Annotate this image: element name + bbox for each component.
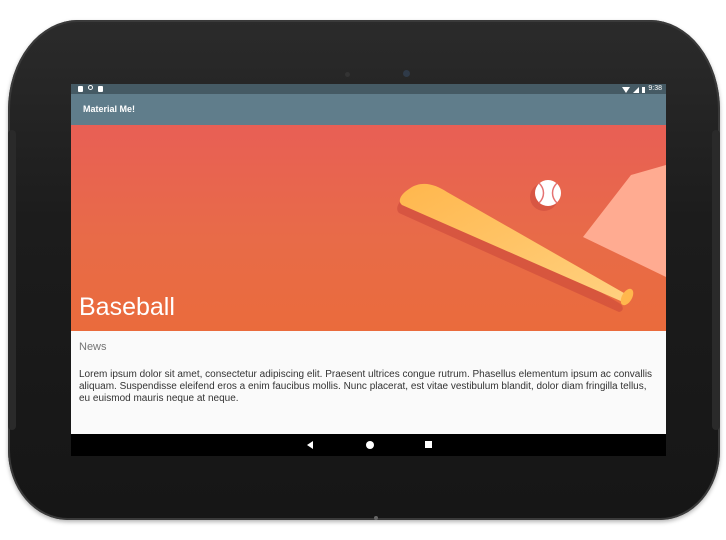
bat-icon: [399, 183, 628, 302]
app-title: Material Me!: [83, 104, 136, 114]
card-subtitle: News: [79, 341, 107, 353]
status-time: 9:38: [648, 85, 662, 92]
card-body: News Lorem ipsum dolor sit amet, consect…: [71, 341, 666, 405]
front-camera-icon: [403, 70, 410, 77]
battery-icon: [642, 87, 646, 93]
card-body-text: Lorem ipsum dolor sit amet, consectetur …: [79, 369, 653, 404]
signal-icon: [633, 87, 640, 93]
sync-icon: [88, 85, 93, 90]
navigation-bar: [71, 434, 666, 456]
home-icon[interactable]: [366, 441, 374, 449]
device-indicator-dot: [374, 516, 378, 520]
notification-square-icon: [78, 86, 83, 92]
status-bar: 9:38: [71, 84, 666, 94]
home-plate-icon: [583, 165, 666, 277]
back-icon[interactable]: [307, 441, 313, 449]
sensor-icon: [345, 72, 350, 77]
wifi-icon: [622, 87, 631, 93]
device-left-edge: [8, 130, 16, 430]
status-left-icons: [78, 84, 103, 92]
sd-card-icon: [98, 86, 103, 92]
device-right-edge: [712, 130, 720, 430]
card-title: Baseball: [79, 293, 175, 321]
app-screen: 9:38 Material Me! Baseball News Lorem ip…: [71, 84, 666, 456]
app-bar: Material Me!: [71, 94, 666, 125]
card-hero-image[interactable]: Baseball: [71, 125, 666, 331]
recents-icon[interactable]: [425, 441, 432, 448]
status-right-icons: 9:38: [622, 84, 662, 94]
